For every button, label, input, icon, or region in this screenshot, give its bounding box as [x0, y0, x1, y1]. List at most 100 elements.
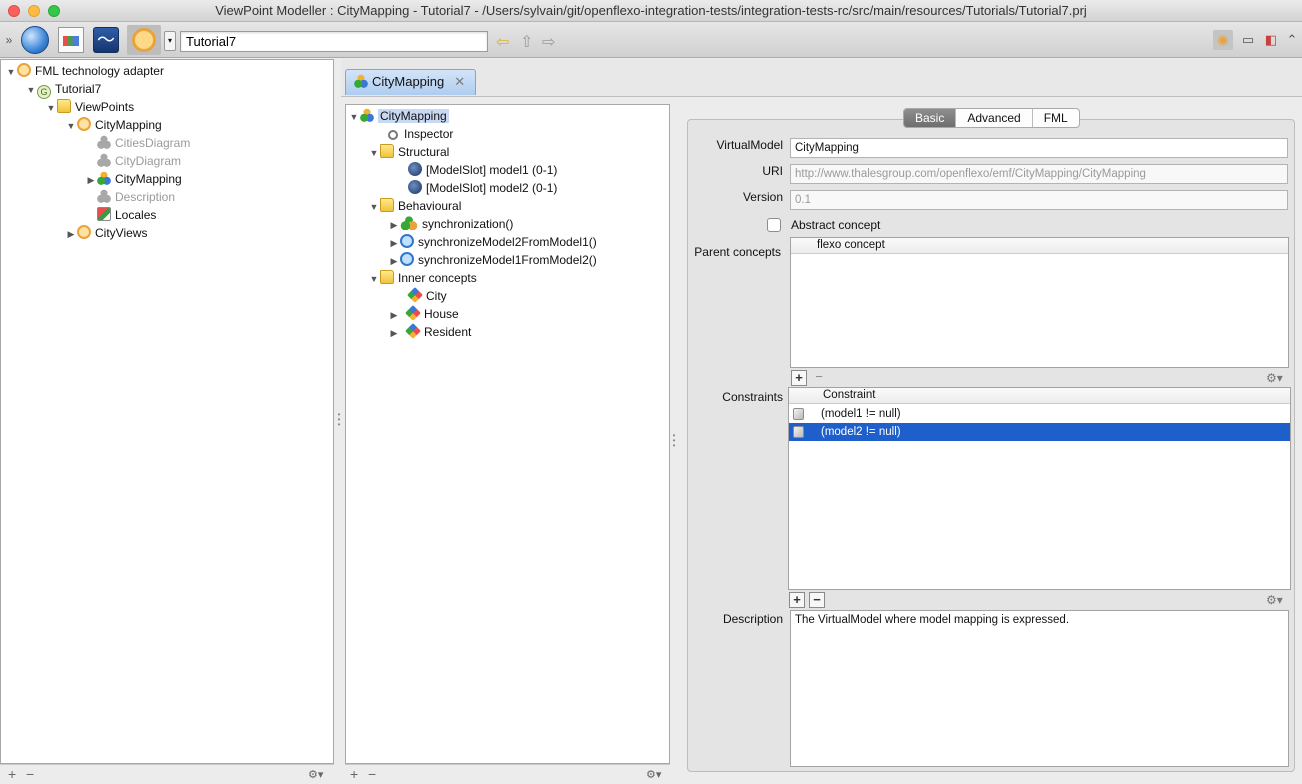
constraints-gear-icon[interactable]: ⚙▾: [1266, 593, 1283, 607]
tree-item-synchronization[interactable]: ▶ synchronization(): [388, 215, 513, 233]
concept-icon: [407, 287, 423, 303]
collapsed-triangle-icon[interactable]: ▶: [85, 171, 97, 189]
concept-icon: [405, 323, 421, 339]
minimize-window-button[interactable]: [28, 5, 40, 17]
tab-fml[interactable]: FML: [1031, 109, 1079, 127]
close-tab-icon[interactable]: ✕: [454, 74, 465, 89]
tab-advanced[interactable]: Advanced: [955, 109, 1031, 127]
window-title: ViewPoint Modeller : CityMapping - Tutor…: [215, 3, 1087, 18]
collapsed-triangle-icon[interactable]: ▶: [388, 306, 400, 324]
tab-citymapping[interactable]: CityMapping ✕: [345, 69, 477, 95]
table-row[interactable]: (model1 != null): [789, 405, 1290, 423]
up-arrow-icon[interactable]: ⇧: [520, 32, 533, 52]
model-slot-icon: [408, 162, 422, 176]
tree-item-behavioural[interactable]: ▼ Behavioural: [368, 197, 461, 215]
expand-triangle-icon[interactable]: ▼: [25, 81, 37, 99]
collapsed-triangle-icon[interactable]: ▶: [388, 324, 400, 342]
description-label: Description: [722, 612, 783, 626]
diagram-icon: [97, 153, 111, 167]
document-icon[interactable]: [56, 25, 86, 55]
globe-icon[interactable]: [20, 25, 50, 55]
viewpoint-icon: [77, 225, 91, 239]
splitter-handle[interactable]: • • •: [337, 411, 341, 429]
tree-item-inner-concepts[interactable]: ▼ Inner concepts: [368, 269, 477, 287]
tree-item-citymapping-vm[interactable]: ▶ CityMapping: [85, 170, 182, 188]
add-button[interactable]: +: [350, 766, 358, 782]
collapsed-triangle-icon[interactable]: ▶: [65, 225, 77, 243]
constraints-table[interactable]: Constraint (model1 != null) (model2 != n…: [788, 387, 1291, 590]
fml-icon[interactable]: [127, 25, 161, 55]
add-constraint-button[interactable]: +: [789, 592, 805, 608]
parent-concepts-gear-icon[interactable]: ⚙▾: [1266, 371, 1283, 385]
back-arrow-icon[interactable]: ⇦: [496, 32, 509, 52]
uri-field[interactable]: http://www.thalesgroup.com/openflexo/emf…: [790, 164, 1288, 184]
fish-icon[interactable]: 〜: [91, 25, 121, 55]
collapsed-triangle-icon[interactable]: ▶: [388, 216, 400, 234]
expand-triangle-icon[interactable]: ▼: [368, 198, 380, 216]
tree-item-fml-adapter[interactable]: ▼ FML technology adapter: [5, 62, 164, 80]
project-combo-arrow[interactable]: ▾: [164, 31, 176, 51]
concept-icon: [405, 305, 421, 321]
uri-label: URI: [762, 164, 783, 178]
splitter-handle[interactable]: • • •: [672, 432, 676, 450]
synchronization-icon: [400, 216, 418, 230]
collapsed-triangle-icon[interactable]: ▶: [388, 252, 400, 270]
panel-icon[interactable]: ◧: [1261, 30, 1281, 50]
tree-item-resident[interactable]: ▶ Resident: [388, 323, 471, 341]
virtual-model-tree: ▼ CityMapping Inspector ▼ Structural [Mode…: [345, 104, 670, 764]
tree-item-structural[interactable]: ▼ Structural: [368, 143, 449, 161]
diagram-icon: [97, 135, 111, 149]
tree-item-inspector[interactable]: Inspector: [388, 125, 453, 143]
version-field[interactable]: 0.1: [790, 190, 1288, 210]
add-button[interactable]: +: [8, 766, 16, 782]
expand-triangle-icon[interactable]: ▼: [65, 117, 77, 135]
tree-item-modelslot-2[interactable]: [ModelSlot] model2 (0-1): [408, 179, 557, 197]
tree-item-modelslot-1[interactable]: [ModelSlot] model1 (0-1): [408, 161, 557, 179]
fml-perspective-icon[interactable]: ◉: [1213, 30, 1233, 50]
tree-item-house[interactable]: ▶ House: [388, 305, 459, 323]
tree-item-city-diagram[interactable]: CityDiagram: [97, 152, 181, 170]
project-field[interactable]: [180, 31, 488, 52]
gear-menu-button[interactable]: ⚙▾: [308, 768, 323, 781]
tree-item-city[interactable]: City: [407, 287, 447, 305]
expand-triangle-icon[interactable]: ▼: [348, 108, 360, 126]
tree-item-sync-model2[interactable]: ▶ synchronizeModel2FromModel1(): [388, 233, 597, 251]
gear-menu-button[interactable]: ⚙▾: [646, 768, 661, 781]
window-icon[interactable]: ▭: [1238, 30, 1258, 50]
tree-item-citymapping-viewpoint[interactable]: ▼ CityMapping: [65, 116, 162, 134]
constraint-cube-icon: [793, 426, 804, 438]
expand-triangle-icon[interactable]: ▼: [368, 144, 380, 162]
add-parent-concept-button[interactable]: +: [791, 370, 807, 386]
tree-item-citymapping-root[interactable]: ▼ CityMapping: [348, 107, 449, 125]
close-window-button[interactable]: [8, 5, 20, 17]
tree-item-sync-model1[interactable]: ▶ synchronizeModel1FromModel2(): [388, 251, 597, 269]
chevron-double-icon[interactable]: »: [0, 25, 18, 55]
collapse-icon[interactable]: ⌃: [1282, 30, 1302, 50]
locales-icon: [97, 207, 111, 221]
constraints-header: Constraint: [789, 388, 1290, 404]
forward-arrow-icon[interactable]: ⇨: [542, 32, 555, 52]
tree-item-tutorial[interactable]: ▼ G Tutorial7: [25, 80, 101, 99]
expand-triangle-icon[interactable]: ▼: [368, 270, 380, 288]
zoom-window-button[interactable]: [48, 5, 60, 17]
table-row[interactable]: (model2 != null): [789, 423, 1290, 441]
abstract-concept-checkbox[interactable]: [767, 218, 781, 232]
remove-button[interactable]: −: [26, 766, 34, 782]
folder-icon: [57, 99, 71, 113]
tree-item-viewpoints[interactable]: ▼ ViewPoints: [45, 98, 134, 116]
viewpoint-icon: [77, 117, 91, 131]
remove-parent-concept-button[interactable]: −: [811, 370, 827, 386]
tab-basic[interactable]: Basic: [904, 109, 956, 127]
expand-triangle-icon[interactable]: ▼: [5, 63, 17, 81]
tree-item-cityviews[interactable]: ▶ CityViews: [65, 224, 147, 242]
parent-concepts-table[interactable]: flexo concept: [790, 237, 1289, 368]
virtual-model-field[interactable]: CityMapping: [790, 138, 1288, 158]
description-field[interactable]: The VirtualModel where model mapping is …: [790, 610, 1289, 767]
remove-constraint-button[interactable]: −: [809, 592, 825, 608]
expand-triangle-icon[interactable]: ▼: [45, 99, 57, 117]
tree-item-description[interactable]: Description: [97, 188, 175, 206]
collapsed-triangle-icon[interactable]: ▶: [388, 234, 400, 252]
tree-item-cities-diagram[interactable]: CitiesDiagram: [97, 134, 190, 152]
remove-button[interactable]: −: [368, 766, 376, 782]
tree-item-locales[interactable]: Locales: [97, 206, 156, 224]
